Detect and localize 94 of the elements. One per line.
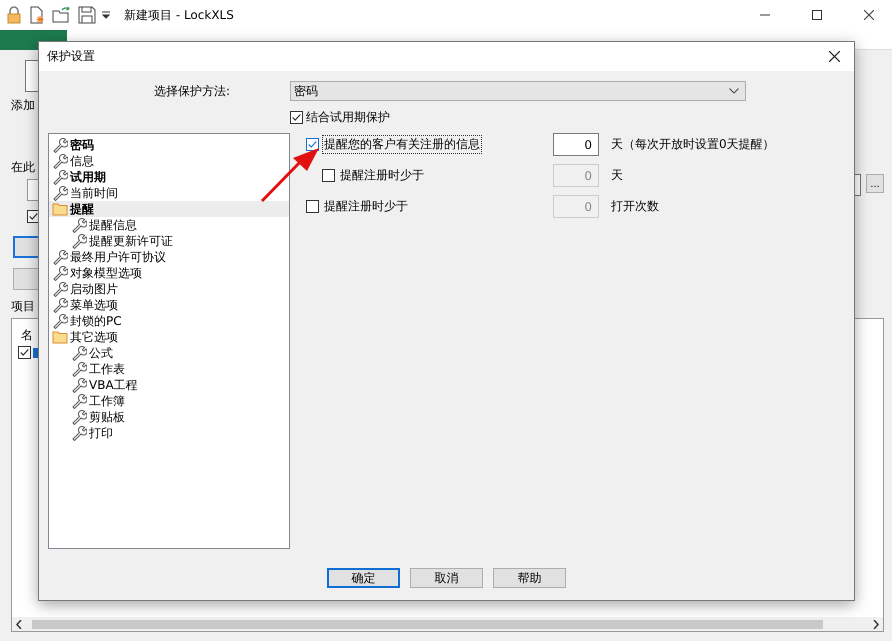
tree-item[interactable]: 最终用户许可协议: [49, 249, 289, 265]
new-file-icon[interactable]: [28, 6, 46, 24]
dialog-title: 保护设置: [47, 48, 96, 65]
tree-label: 打印: [89, 426, 113, 440]
tree-item[interactable]: 信息: [49, 153, 289, 169]
tree-label: 工作表: [89, 362, 125, 376]
tree-label: 其它选项: [70, 330, 118, 344]
save-icon[interactable]: [78, 6, 96, 24]
wrench-icon: [71, 393, 87, 409]
tree-label: 密码: [70, 138, 94, 152]
tree-item[interactable]: 工作表: [49, 361, 289, 377]
caret-icon[interactable]: [102, 11, 110, 19]
wrench-icon: [52, 169, 68, 185]
add-label: 添加: [10, 98, 35, 113]
unit-label: 天: [611, 167, 623, 184]
tree-item[interactable]: 封锁的PC: [49, 313, 289, 329]
wrench-icon: [71, 377, 87, 393]
open-folder-icon[interactable]: [52, 6, 72, 24]
wrench-icon: [71, 425, 87, 441]
tree-label: 工作簿: [89, 394, 125, 408]
checkbox[interactable]: [306, 138, 319, 151]
option-label: 提醒您的客户有关注册的信息: [322, 135, 482, 154]
wrench-icon: [71, 345, 87, 361]
checkbox-label: 结合试用期保护: [306, 109, 390, 126]
folder-icon: [52, 201, 68, 217]
tree-item[interactable]: 工作簿: [49, 393, 289, 409]
wrench-icon: [52, 249, 68, 265]
tree-label: 菜单选项: [70, 298, 118, 312]
wrench-icon: [52, 297, 68, 313]
horizontal-scrollbar[interactable]: [12, 617, 883, 631]
wrench-icon: [71, 233, 87, 249]
tree-label: 对象模型选项: [70, 266, 142, 280]
dialog-button[interactable]: 帮助: [493, 568, 566, 588]
tree-item[interactable]: 启动图片: [49, 281, 289, 297]
tree-label: 提醒: [70, 202, 94, 216]
tree-item[interactable]: 提醒更新许可证: [49, 233, 289, 249]
tree-item[interactable]: 菜单选项: [49, 297, 289, 313]
unit-label: 打开次数: [611, 198, 659, 215]
tree-item[interactable]: 打印: [49, 425, 289, 441]
scroll-left-icon[interactable]: [16, 620, 22, 628]
tree-label: 提醒信息: [89, 218, 137, 232]
tree-label: 封锁的PC: [70, 314, 122, 328]
tree-label: 提醒更新许可证: [89, 234, 173, 248]
tree-item[interactable]: 对象模型选项: [49, 265, 289, 281]
tree-item[interactable]: VBA工程: [49, 377, 289, 393]
dialog-button[interactable]: 确定: [327, 568, 400, 588]
location-label: 在此: [10, 160, 35, 175]
tree-label: VBA工程: [89, 378, 138, 392]
tree-item[interactable]: 试用期: [49, 169, 289, 185]
method-label: 选择保护方法:: [152, 82, 231, 100]
column-header: 名: [21, 327, 33, 344]
wrench-icon: [52, 137, 68, 153]
tree-item[interactable]: 剪贴板: [49, 409, 289, 425]
chevron-down-icon: [729, 88, 739, 94]
tree-label: 启动图片: [70, 282, 118, 296]
option-label: 提醒注册时少于: [323, 198, 409, 215]
tree-label: 剪贴板: [89, 410, 125, 424]
window-title: 新建项目 - LockXLS: [124, 6, 234, 24]
scroll-right-icon[interactable]: [873, 620, 879, 628]
wrench-icon: [52, 185, 68, 201]
dialog-button[interactable]: 取消: [410, 568, 483, 588]
method-dropdown[interactable]: 密码: [290, 81, 746, 101]
checkbox[interactable]: [18, 346, 31, 359]
tree-item[interactable]: 提醒信息: [49, 217, 289, 233]
wrench-icon: [52, 313, 68, 329]
tree-item[interactable]: 公式: [49, 345, 289, 361]
pointer-arrow: [259, 145, 321, 205]
wrench-icon: [52, 281, 68, 297]
folder-icon: [52, 329, 68, 345]
tree-item[interactable]: 当前时间: [49, 185, 289, 201]
wrench-icon: [52, 153, 68, 169]
close-icon[interactable]: [864, 10, 874, 20]
wrench-icon: [52, 265, 68, 281]
tree-label: 最终用户许可协议: [70, 250, 166, 264]
tree-label: 试用期: [70, 170, 106, 184]
project-label: 项目: [10, 299, 35, 314]
maximize-icon[interactable]: [812, 10, 822, 20]
option-label: 提醒注册时少于: [339, 167, 425, 184]
tree-label: 当前时间: [70, 186, 118, 200]
tree-item[interactable]: 提醒: [49, 201, 289, 217]
unit-label: 天（每次开放时设置0天提醒）: [611, 136, 775, 153]
path-field[interactable]: [855, 174, 861, 196]
wrench-icon: [71, 361, 87, 377]
checkbox[interactable]: [290, 111, 303, 124]
wrench-icon: [71, 409, 87, 425]
number-field[interactable]: 0: [553, 133, 599, 156]
tree-item[interactable]: 密码: [49, 137, 289, 153]
tree-item[interactable]: 其它选项: [49, 329, 289, 345]
wrench-icon: [71, 217, 87, 233]
browse-button[interactable]: ...: [866, 174, 884, 193]
tree-label: 信息: [70, 154, 94, 168]
close-icon[interactable]: [828, 51, 840, 62]
lock-icon[interactable]: [6, 6, 22, 24]
tree-label: 公式: [89, 346, 113, 360]
